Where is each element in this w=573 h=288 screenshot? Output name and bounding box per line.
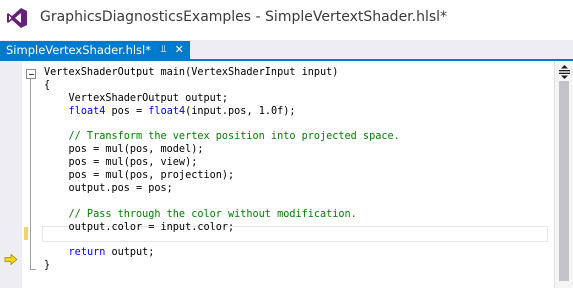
code-line[interactable]: VertexShaderOutput main(VertexShaderInpu… xyxy=(44,67,400,80)
code-token: output; xyxy=(105,247,155,259)
code-line[interactable]: // Transform the vertex position into pr… xyxy=(44,131,400,144)
close-icon[interactable]: ✕ xyxy=(175,41,184,59)
outline-line xyxy=(30,79,31,269)
keyword-token: return xyxy=(68,247,106,259)
execution-pointer-icon xyxy=(4,254,18,265)
code-token: { xyxy=(44,79,51,91)
keyword-token: float4 xyxy=(68,105,106,117)
code-token: (input.pos, 1.0f); xyxy=(185,105,296,117)
outline-end-tick xyxy=(30,269,36,270)
title-bar: GraphicsDiagnosticsExamples - SimpleVert… xyxy=(0,0,573,38)
code-line[interactable]: float4 pos = float4(input.pos, 1.0f); xyxy=(44,106,400,119)
code-line[interactable] xyxy=(44,235,400,248)
tab-label: SimpleVertexShader.hlsl* xyxy=(6,43,151,57)
code-token: VertexShaderOutput output; xyxy=(44,92,229,104)
code-line[interactable] xyxy=(44,196,400,209)
code-token: pos = mul(pos, model); xyxy=(44,144,204,156)
tab-simple-vertex-shader[interactable]: SimpleVertexShader.hlsl* ⫫ ✕ xyxy=(0,41,190,59)
code-text[interactable]: VertexShaderOutput main(VertexShaderInpu… xyxy=(44,67,400,273)
pin-icon[interactable]: ⫫ xyxy=(161,41,167,59)
code-line[interactable]: { xyxy=(44,80,400,93)
code-line[interactable]: output.pos = pos; xyxy=(44,183,400,196)
split-window-icon[interactable] xyxy=(559,65,570,79)
code-line[interactable]: } xyxy=(44,260,400,273)
code-line[interactable]: pos = mul(pos, view); xyxy=(44,157,400,170)
code-line[interactable]: VertexShaderOutput output; xyxy=(44,93,400,106)
code-line[interactable] xyxy=(44,119,400,132)
code-token: output.pos = pos; xyxy=(44,183,173,195)
scrollbar-thumb[interactable] xyxy=(559,81,569,281)
code-token: VertexShaderOutput main(VertexShaderInpu… xyxy=(44,67,339,78)
code-line[interactable]: // Pass through the color without modifi… xyxy=(44,209,400,222)
document-tab-strip: SimpleVertexShader.hlsl* ⫫ ✕ xyxy=(0,40,573,93)
code-line[interactable]: output.color = input.color; xyxy=(44,222,400,235)
code-line[interactable]: pos = mul(pos, projection); xyxy=(44,170,400,183)
code-token: pos = xyxy=(105,105,149,117)
code-token: output.color = input.color; xyxy=(44,221,235,233)
collapse-toggle-icon[interactable] xyxy=(26,69,36,79)
change-marker xyxy=(24,227,28,240)
code-editor[interactable]: VertexShaderOutput main(VertexShaderInpu… xyxy=(0,61,573,288)
code-token: } xyxy=(44,260,51,272)
code-line[interactable]: return output; xyxy=(44,247,400,260)
comment-token: // Pass through the color without modifi… xyxy=(44,208,357,220)
keyword-token: float4 xyxy=(148,105,186,117)
code-token: pos = mul(pos, projection); xyxy=(44,170,235,182)
code-line[interactable]: pos = mul(pos, model); xyxy=(44,144,400,157)
visual-studio-logo-icon xyxy=(7,8,27,28)
vertical-scrollbar[interactable] xyxy=(554,61,573,288)
window-title: GraphicsDiagnosticsExamples - SimpleVert… xyxy=(40,9,448,25)
code-token: pos = mul(pos, view); xyxy=(44,157,198,169)
comment-token: // Transform the vertex position into pr… xyxy=(44,131,400,143)
